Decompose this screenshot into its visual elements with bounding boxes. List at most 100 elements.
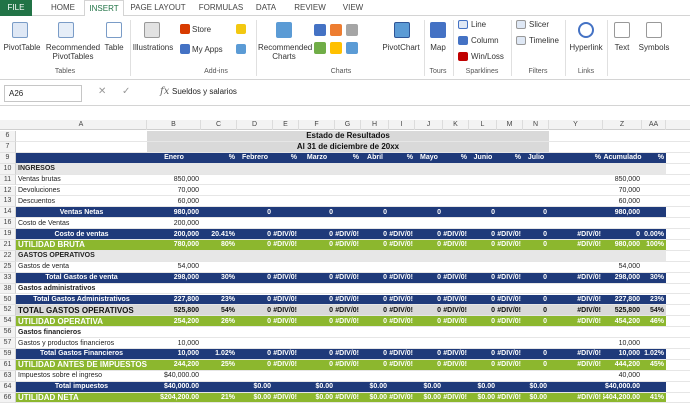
cell[interactable]: 0 [299, 272, 335, 283]
cell[interactable] [497, 196, 523, 206]
cell[interactable] [469, 196, 497, 206]
cell[interactable]: #DIV/0! [389, 359, 415, 370]
cell[interactable]: $0.00 [523, 392, 549, 403]
column-header-a[interactable]: A [16, 120, 147, 130]
cell[interactable]: 60,000 [603, 196, 642, 206]
cell[interactable] [299, 196, 335, 206]
cell[interactable]: 10,000 [603, 338, 642, 348]
row-label[interactable]: INGRESOS [16, 163, 147, 174]
cell[interactable]: #DIV/0! [497, 349, 523, 359]
cell[interactable]: 850,000 [147, 175, 201, 185]
cell[interactable] [443, 338, 469, 348]
cell[interactable] [497, 207, 523, 218]
column-label[interactable]: Abril [361, 152, 389, 163]
cell[interactable]: 0 [237, 229, 273, 239]
cell[interactable]: #DIV/0! [549, 272, 603, 283]
cell[interactable] [237, 196, 273, 206]
column-header-h[interactable]: H [361, 120, 389, 130]
cell[interactable]: 0.00% [642, 229, 666, 239]
cell[interactable] [237, 250, 273, 261]
cell[interactable]: #DIV/0! [443, 240, 469, 250]
cell[interactable]: 100% [642, 240, 666, 250]
row-header-64[interactable]: 64 [0, 381, 16, 393]
cell[interactable]: 0 [523, 294, 549, 305]
row-label[interactable]: UTILIDAD ANTES DE IMPUESTOS [16, 359, 147, 370]
cell[interactable] [497, 371, 523, 381]
cell[interactable]: 525,800 [603, 305, 642, 316]
row-header-52[interactable]: 52 [0, 305, 16, 317]
cell[interactable]: 40,000 [603, 371, 642, 381]
cell[interactable] [237, 175, 273, 185]
cell[interactable] [361, 262, 389, 272]
cell[interactable]: 0 [469, 349, 497, 359]
cell[interactable] [415, 250, 443, 261]
row-header-57[interactable]: 57 [0, 338, 16, 349]
row-header-59[interactable]: 59 [0, 349, 16, 360]
cell[interactable] [389, 381, 415, 392]
cell[interactable] [299, 327, 335, 337]
cell[interactable] [335, 381, 361, 392]
cell[interactable] [497, 163, 523, 174]
cell[interactable] [389, 327, 415, 337]
cell[interactable] [335, 186, 361, 196]
row-label[interactable]: Costo de ventas [16, 229, 147, 239]
cell[interactable] [415, 196, 443, 206]
cell[interactable] [642, 250, 666, 261]
cell[interactable]: 0 [361, 229, 389, 239]
cell[interactable]: #DIV/0! [335, 272, 361, 283]
table-button[interactable]: Table [100, 43, 128, 52]
cell[interactable]: #DIV/0! [497, 316, 523, 327]
column-header-e[interactable]: E [273, 120, 299, 130]
pivottable-button[interactable]: PivotTable [2, 43, 42, 52]
cell[interactable]: 54% [201, 305, 237, 316]
column-header-f[interactable]: F [299, 120, 335, 130]
cell[interactable] [361, 327, 389, 337]
row-header-33[interactable]: 33 [0, 272, 16, 284]
cell[interactable]: $0.00 [299, 381, 335, 392]
row-header-66[interactable]: 66 [0, 392, 16, 404]
cell[interactable]: 298,000 [147, 272, 201, 283]
cell[interactable] [299, 218, 335, 228]
cell[interactable]: 45% [642, 359, 666, 370]
cell[interactable] [549, 186, 603, 196]
row-header-61[interactable]: 61 [0, 359, 16, 371]
cell[interactable]: 0 [237, 316, 273, 327]
cell[interactable] [497, 175, 523, 185]
sparkline-winloss-button[interactable]: Win/Loss [471, 52, 504, 61]
cell[interactable]: 70,000 [603, 186, 642, 196]
row-header-63[interactable]: 63 [0, 370, 16, 382]
cell[interactable] [201, 338, 237, 348]
pie-chart-icon[interactable] [346, 24, 358, 36]
column-header-aa[interactable]: AA [642, 120, 666, 130]
cell[interactable] [523, 338, 549, 348]
cell[interactable]: 0 [469, 359, 497, 370]
cell[interactable]: 23% [201, 294, 237, 305]
cell[interactable]: 780,000 [147, 240, 201, 250]
cell[interactable]: 70,000 [147, 186, 201, 196]
cell[interactable] [415, 338, 443, 348]
cell[interactable]: 0 [299, 316, 335, 327]
column-label[interactable]: % [201, 152, 237, 163]
column-label[interactable]: Enero [147, 152, 201, 163]
cell[interactable]: 980,000 [603, 207, 642, 218]
cell[interactable]: #DIV/0! [389, 349, 415, 359]
row-label[interactable]: UTILIDAD NETA [16, 392, 147, 403]
cell[interactable] [523, 250, 549, 261]
cell[interactable]: 0 [237, 294, 273, 305]
cell[interactable] [147, 250, 201, 261]
cell[interactable] [335, 175, 361, 185]
cell[interactable] [497, 338, 523, 348]
cell[interactable]: #DIV/0! [389, 229, 415, 239]
cell[interactable] [201, 186, 237, 196]
row-label[interactable]: Total impuestos [16, 381, 147, 392]
timeline-button[interactable]: Timeline [529, 36, 559, 45]
cell[interactable] [549, 338, 603, 348]
cell[interactable] [642, 186, 666, 196]
cell[interactable] [389, 163, 415, 174]
cell[interactable] [273, 207, 299, 218]
cell[interactable] [415, 284, 443, 294]
cell[interactable] [335, 218, 361, 228]
cell[interactable]: 0 [469, 272, 497, 283]
cell[interactable] [469, 218, 497, 228]
column-header-m[interactable]: M [497, 120, 523, 130]
